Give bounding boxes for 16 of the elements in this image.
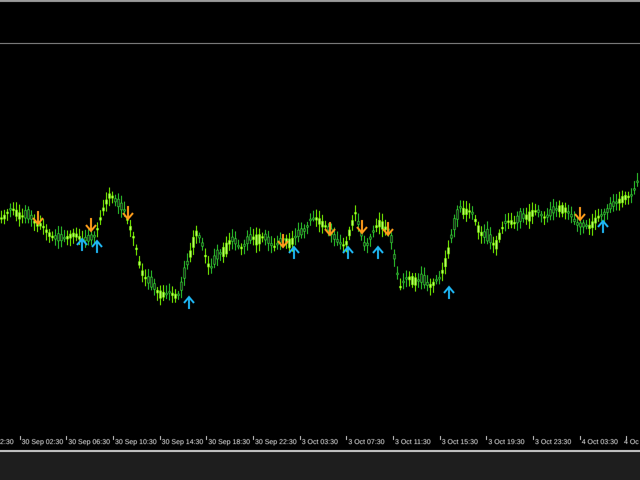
down-arrow-icon <box>277 233 289 249</box>
down-arrow-icon <box>574 206 586 222</box>
up-arrow-icon <box>372 245 384 260</box>
down-arrow-icon <box>32 210 44 226</box>
up-arrow-icon <box>183 295 195 310</box>
up-arrow-icon <box>288 245 300 260</box>
down-arrow-icon <box>356 219 368 235</box>
up-arrow-icon <box>443 285 455 300</box>
down-arrow-icon <box>382 221 394 237</box>
up-arrow-icon <box>597 219 609 234</box>
up-arrow-icon <box>342 245 354 260</box>
up-arrow-icon <box>91 239 103 254</box>
down-arrow-icon <box>122 205 134 221</box>
down-arrow-icon <box>85 217 97 233</box>
down-arrow-icon <box>324 221 336 237</box>
up-arrow-icon <box>76 237 88 252</box>
